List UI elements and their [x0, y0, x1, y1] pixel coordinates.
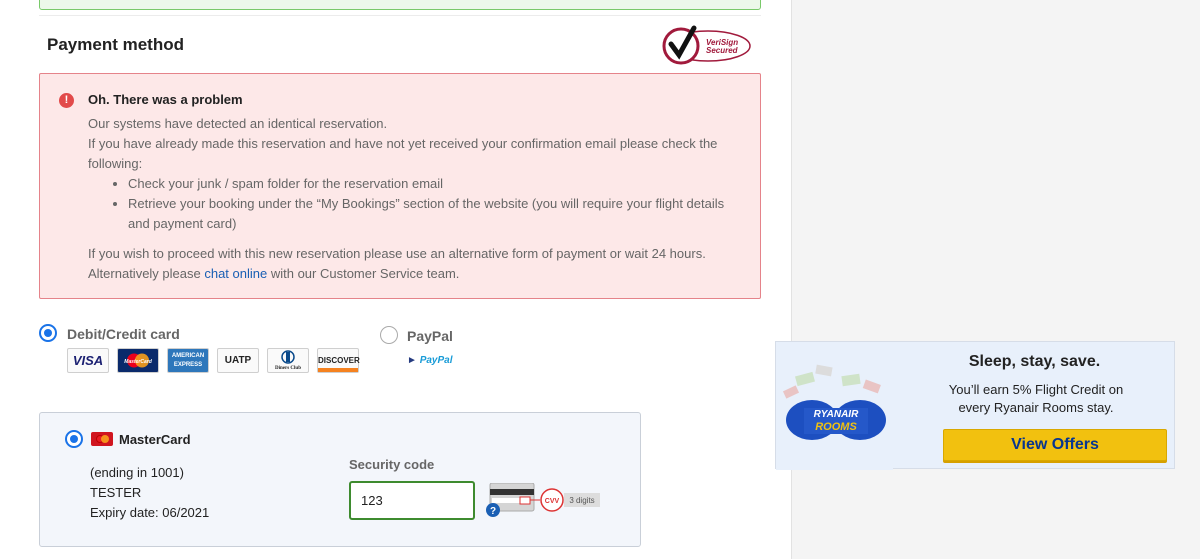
chat-online-link[interactable]: chat online: [204, 266, 267, 281]
booking-main: Payment method VeriSign Secured ! Oh. Th…: [0, 0, 792, 559]
ryanair-rooms-image: RYANAIR ROOMS: [776, 342, 893, 470]
promo-text: You’ll earn 5% Flight Credit on every Ry…: [948, 382, 1124, 415]
card-ending: (ending in 1001): [90, 465, 184, 480]
svg-text:MasterCard: MasterCard: [124, 359, 152, 365]
security-code-input[interactable]: [349, 481, 475, 520]
paypal-logo: ► PayPal: [407, 355, 453, 366]
saved-card-details: (ending in 1001) TESTER Expiry date: 06/…: [90, 463, 209, 523]
saved-card-panel: MasterCard (ending in 1001) TESTER Expir…: [39, 412, 641, 547]
alert-bullet: Check your junk / spam folder for the re…: [128, 174, 748, 194]
visa-logo: VISA: [67, 348, 109, 373]
ryanair-rooms-promo: RYANAIR ROOMS Sleep, stay, save. You’ll …: [775, 341, 1175, 470]
card-expiry: Expiry date: 06/2021: [90, 505, 210, 520]
svg-text:?: ?: [490, 506, 496, 517]
promo-title: Sleep, stay, save.: [968, 353, 1101, 370]
cvv-help-icon[interactable]: ? CVV 3 digits: [486, 483, 602, 519]
saved-card-name: MasterCard: [119, 432, 191, 447]
divider: [39, 15, 761, 16]
alert-title: Oh. There was a problem: [88, 92, 243, 107]
error-icon: !: [59, 93, 74, 108]
alert-body: Our systems have detected an identical r…: [88, 114, 748, 284]
mastercard-icon: [91, 432, 113, 446]
discover-logo: DISCOVER: [317, 348, 360, 373]
alert-line: If you wish to proceed with this new res…: [88, 246, 706, 281]
mastercard-logo: MasterCard: [117, 348, 159, 373]
sidebar: [792, 0, 1200, 559]
security-code-label: Security code: [349, 457, 435, 472]
alert-bullets: Check your junk / spam folder for the re…: [128, 174, 748, 234]
verisign-text-2: Secured: [706, 46, 739, 55]
card-radio[interactable]: [39, 324, 57, 342]
alert-bullet: Retrieve your booking under the “My Book…: [128, 194, 748, 234]
card-option-label: Debit/Credit card: [67, 326, 180, 342]
svg-text:ROOMS: ROOMS: [815, 421, 857, 433]
verisign-badge: VeriSign Secured: [662, 25, 751, 65]
duplicate-reservation-alert: ! Oh. There was a problem Our systems ha…: [39, 73, 761, 299]
paypal-radio[interactable]: [380, 326, 398, 344]
svg-text:CVV: CVV: [545, 498, 560, 505]
alert-line: Our systems have detected an identical r…: [88, 116, 388, 131]
view-offers-button[interactable]: View Offers: [943, 429, 1167, 461]
uatp-logo: UATP: [217, 348, 259, 373]
svg-text:3 digits: 3 digits: [569, 496, 594, 505]
saved-card-radio[interactable]: [65, 430, 83, 448]
card-holder: TESTER: [90, 485, 142, 500]
alert-line: If you have already made this reservatio…: [88, 136, 718, 171]
payment-method-title: Payment method: [47, 35, 184, 54]
amex-logo: AMERICAN EXPRESS: [167, 348, 209, 373]
svg-text:RYANAIR: RYANAIR: [814, 409, 859, 420]
paypal-option-label: PayPal: [407, 328, 453, 344]
success-banner: [39, 0, 761, 10]
svg-text:Diners Club: Diners Club: [275, 366, 301, 371]
diners-club-logo: Diners Club: [267, 348, 309, 373]
